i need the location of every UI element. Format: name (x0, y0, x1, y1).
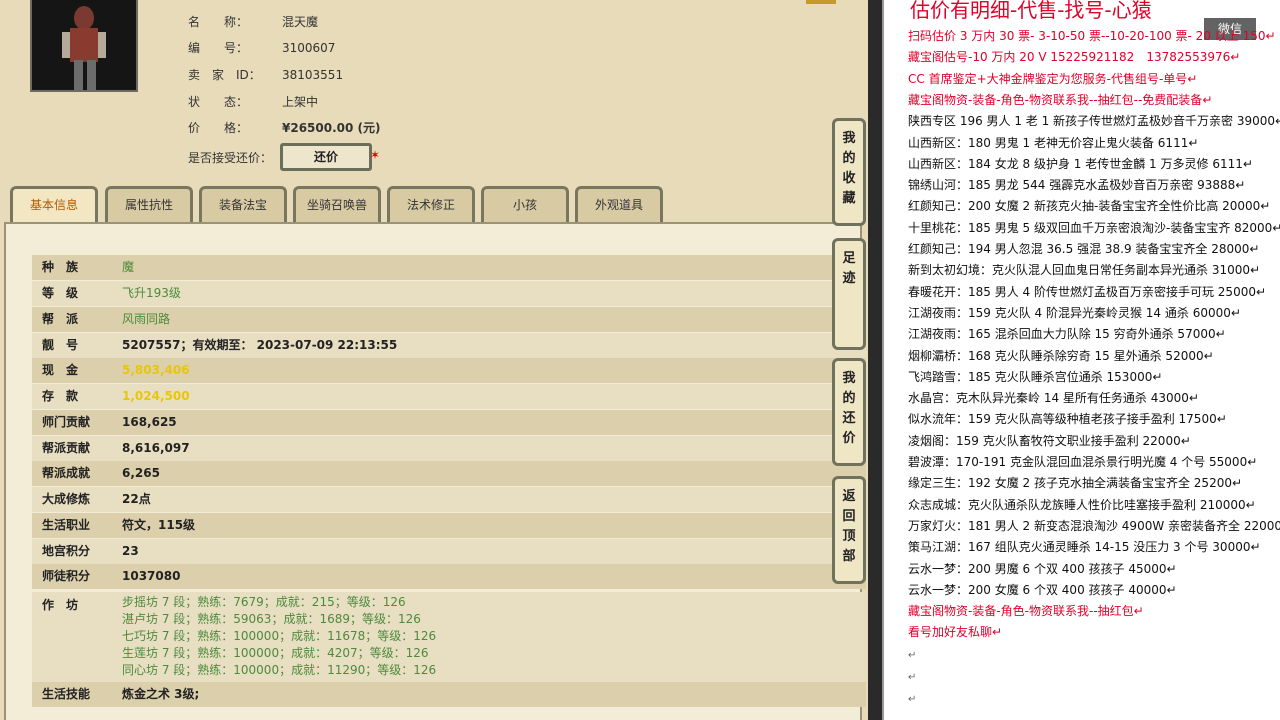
notes-line: 十里桃花：185 男鬼 5 级双回血千万亲密浪淘沙-装备宝宝齐 82000↵ (908, 220, 1280, 235)
notes-line: 江湖夜雨：159 克火队 4 阶混异光秦岭灵猴 14 通杀 60000↵ (908, 305, 1241, 320)
tab-basic-info[interactable]: 基本信息 (10, 186, 98, 224)
notes-line: 藏宝阁估号-10 万内 20 V 15225921182 13782553976… (908, 50, 1241, 65)
game-trade-page: 名 称： 混天魔 编 号： 3100607 卖 家 ID： 38103551 状 态：… (0, 0, 868, 720)
notes-line: 藏宝阁物资-装备-角色-物资联系我--抽红包↵ (908, 604, 1144, 619)
info-price: 价 格： ¥26500.00 (元) (188, 121, 381, 135)
table-row: 生活技能 炼金之术 3级; (32, 682, 866, 707)
character-avatar (30, 0, 138, 92)
notes-title: 估价有明细-代售-找号-心猿 (910, 0, 1152, 22)
flag-icon (806, 0, 836, 4)
info-accept-haggle: 是否接受还价： (188, 151, 273, 165)
window-divider (868, 0, 882, 720)
close-mark-icon: ✶ (370, 148, 381, 162)
notes-line: 红颜知己：194 男人忽混 36.5 强混 38.9 装备宝宝齐全 28000↵ (908, 242, 1260, 256)
tab-attributes[interactable]: 属性抗性 (105, 186, 193, 222)
notes-line: 碧波潭：170-191 克金队混回血混杀景行明光魔 4 个号 55000↵ (908, 455, 1258, 469)
table-row: 地宫积分 23 (32, 539, 866, 564)
tab-spell-mods[interactable]: 法术修正 (387, 186, 475, 222)
tab-mounts-pets[interactable]: 坐骑召唤兽 (293, 186, 381, 222)
side-button-label: 我的还价 (842, 371, 856, 446)
notes-line: 水晶宫：克木队异光秦岭 14 星所有任务通杀 43000↵ (908, 391, 1199, 406)
my-haggle-button[interactable]: 我的还价 (832, 358, 866, 466)
notes-line: 江湖夜雨：165 混杀回血大力队除 15 穷奇外通杀 57000↵ (908, 327, 1226, 342)
notes-line: 似水流年：159 克火队高等级种植老孩子接手盈利 17500↵ (908, 412, 1227, 427)
tab-appearance[interactable]: 外观道具 (575, 186, 663, 222)
table-row: 帮派成就 6,265 (32, 461, 866, 486)
info-id: 编 号： 3100607 (188, 41, 336, 55)
notes-line: 众志成城：克火队通杀队龙族睡人性价比哇塞接手盈利 210000↵ (908, 497, 1256, 512)
side-button-label: 返回顶部 (842, 489, 856, 564)
side-button-label: 我的收藏 (842, 131, 856, 206)
info-status: 状 态： 上架中 (188, 95, 319, 109)
notes-line: 扫码估价 3 万内 30 票- 3-10-50 票--10-20-100 票- … (908, 29, 1276, 43)
notes-line: 看号加好友私聊↵ (908, 625, 1003, 640)
tab-children[interactable]: 小孩 (481, 186, 569, 222)
notes-line: 红颜知己：200 女魔 2 新孩克火抽-装备宝宝齐全性价比高 20000↵ (908, 199, 1271, 214)
tab-equipment[interactable]: 装备法宝 (199, 186, 287, 222)
my-favorites-button[interactable]: 我的收藏 (832, 118, 866, 226)
list-item: 湛卢坊 7 段；熟练：59063；成就：1689；等级：126 (122, 612, 421, 626)
back-to-top-button[interactable]: 返回顶部 (832, 476, 866, 584)
notes-line: CC 首席鉴定+大神金牌鉴定为您服务-代售组号-单号↵ (908, 71, 1198, 86)
workshop-list: 步摇坊 7 段；熟练：7679；成就：215；等级：126 湛卢坊 7 段；熟练… (122, 594, 436, 679)
paragraph-mark-icon: ↵ (908, 650, 917, 661)
table-row: 现 金 5,803,406 (32, 358, 866, 383)
list-item: 同心坊 7 段；熟练：100000；成就：11290；等级：126 (122, 663, 437, 677)
workshop-row: 作 坊 步摇坊 7 段；熟练：7679；成就：215；等级：126 湛卢坊 7 … (32, 592, 866, 682)
notes-line: 春暖花开：185 男人 4 阶传世燃灯孟极百万亲密接手可玩 25000↵ (908, 284, 1267, 299)
notes-line: 云水一梦：200 男魔 6 个双 400 孩孩子 45000↵ (908, 561, 1177, 576)
notes-line: 策马江湖：167 组队克火通灵睡杀 14-15 没压力 3 个号 30000↵ (908, 540, 1261, 555)
notes-line: 飞鸿踏雪：185 克火队睡杀宫位通杀 153000↵ (908, 369, 1163, 384)
haggle-button[interactable]: 还价 (280, 143, 372, 171)
notes-line: 烟柳灞桥：168 克火队睡杀除穷奇 15 星外通杀 52000↵ (908, 348, 1214, 363)
footprint-button[interactable]: 足迹 (832, 238, 866, 350)
table-row: 等 级飞升193级 (32, 281, 866, 306)
notes-line: 藏宝阁物资-装备-角色-物资联系我--抽红包--免费配装备↵ (908, 92, 1213, 107)
notes-line: 凌烟阁：159 克火队畜牧符文职业接手盈利 22000↵ (908, 433, 1191, 448)
table-row: 生活职业 符文，115级 (32, 513, 866, 538)
notes-line: 新到太初幻境：克火队混人回血鬼日常任务副本异光通杀 31000↵ (908, 263, 1261, 278)
notes-line: 云水一梦：200 女魔 6 个双 400 孩孩子 40000↵ (908, 582, 1177, 597)
notes-line: 陕西专区 196 男人 1 老 1 新孩子传世燃灯孟极妙音千万亲密 39000↵ (908, 114, 1280, 129)
table-row: 师徒积分 1037080 (32, 564, 866, 589)
paragraph-mark-icon: ↵ (908, 694, 917, 705)
notes-document: 估价有明细-代售-找号-心猿 微信 扫码估价 3 万内 30 票- 3-10-5… (882, 0, 1280, 720)
side-button-label: 足迹 (842, 251, 856, 286)
notes-line: 缘定三生：192 女魔 2 孩子克水抽全满装备宝宝齐全 25200↵ (908, 476, 1243, 491)
table-row: 靓 号 5207557；有效期至： 2023-07-09 22:13:55 (32, 333, 866, 358)
table-row: 种 族魔 (32, 255, 866, 280)
table-row: 存 款 1,024,500 (32, 384, 866, 409)
notes-line: 山西新区：180 男鬼 1 老神无价容止鬼火装备 6111↵ (908, 135, 1199, 150)
table-row: 帮派贡献 8,616,097 (32, 436, 866, 461)
list-item: 七巧坊 7 段；熟练：100000；成就：11678；等级：126 (122, 629, 437, 643)
table-row: 大成修炼 22点 (32, 487, 866, 512)
info-seller: 卖 家 ID： 38103551 (188, 68, 344, 82)
notes-line: 山西新区：184 女龙 8 级护身 1 老传世金麟 1 万多灵修 6111↵ (908, 156, 1253, 171)
list-item: 生莲坊 7 段；熟练：100000；成就：4207；等级：126 (122, 646, 429, 660)
info-name: 名 称： 混天魔 (188, 15, 319, 29)
notes-line: 万家灯火：181 男人 2 新变态混浪淘沙 4900W 亲密装备齐全 22000… (908, 518, 1280, 533)
character-figure-icon (32, 0, 136, 90)
list-item: 步摇坊 7 段；熟练：7679；成就：215；等级：126 (122, 595, 406, 609)
table-row: 师门贡献 168,625 (32, 410, 866, 435)
paragraph-mark-icon: ↵ (908, 672, 917, 683)
notes-line: 锦绣山河：185 男龙 544 强霹克水孟极妙音百万亲密 93888↵ (908, 178, 1246, 193)
table-row: 帮 派风雨同路 (32, 307, 866, 332)
